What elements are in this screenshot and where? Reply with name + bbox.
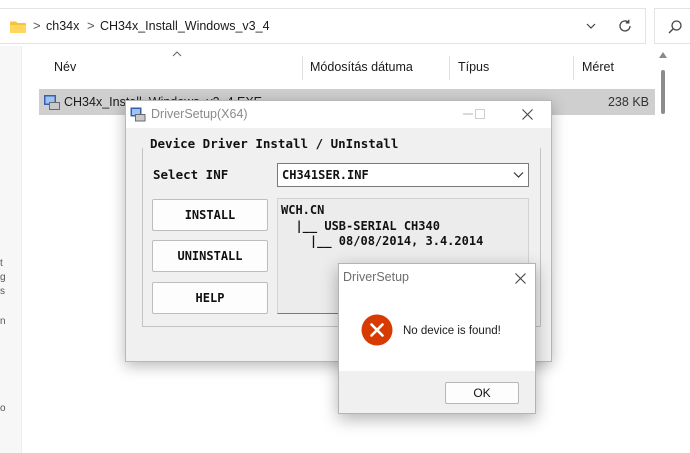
breadcrumb-separator: > bbox=[33, 18, 41, 33]
error-dialog: DriverSetup No device is found! OK bbox=[338, 263, 536, 414]
inf-select-value: CH341SER.INF bbox=[282, 168, 369, 182]
select-inf-label: Select INF bbox=[153, 167, 229, 182]
sort-ascending-icon bbox=[172, 51, 182, 57]
uninstall-button[interactable]: UNINSTALL bbox=[152, 240, 268, 272]
breadcrumb-item-install-folder[interactable]: CH34x_Install_Windows_v3_4 bbox=[100, 19, 270, 33]
nav-pane-text: n bbox=[0, 316, 6, 327]
nav-pane-text: t bbox=[0, 258, 3, 269]
close-icon bbox=[521, 108, 533, 120]
title-bar[interactable]: DriverSetup(X64) bbox=[126, 101, 551, 128]
column-header-modified[interactable]: Módosítás dátuma bbox=[310, 60, 413, 74]
chevron-down-icon[interactable] bbox=[584, 19, 598, 33]
help-button[interactable]: HELP bbox=[152, 282, 268, 314]
driver-info-line: |__ USB-SERIAL CH340 bbox=[281, 219, 440, 233]
installer-icon bbox=[44, 95, 60, 110]
nav-pane-text: o bbox=[0, 403, 6, 414]
close-icon bbox=[514, 272, 526, 284]
folder-icon bbox=[10, 21, 26, 33]
chevron-down-icon[interactable] bbox=[513, 171, 524, 179]
close-button[interactable] bbox=[516, 104, 538, 124]
scrollbar-thumb[interactable] bbox=[661, 70, 665, 114]
dialog-title: DriverSetup bbox=[343, 270, 409, 284]
search-icon bbox=[668, 20, 682, 34]
navigation-pane: t g s n o bbox=[0, 46, 22, 453]
file-size: 238 KB bbox=[607, 95, 649, 109]
dialog-close-button[interactable] bbox=[511, 269, 529, 287]
column-divider[interactable] bbox=[302, 56, 303, 80]
column-header-size[interactable]: Méret bbox=[582, 60, 614, 74]
group-heading: Device Driver Install / UnInstall bbox=[150, 136, 399, 151]
dialog-footer: OK bbox=[339, 371, 535, 413]
driver-info-line: WCH.CN bbox=[281, 203, 325, 217]
column-header-type[interactable]: Típus bbox=[458, 60, 489, 74]
nav-pane-text: s bbox=[0, 286, 5, 297]
vertical-scrollbar[interactable] bbox=[656, 46, 670, 453]
inf-select[interactable]: CH341SER.INF bbox=[277, 163, 529, 187]
breadcrumb-separator: > bbox=[87, 18, 95, 33]
refresh-icon[interactable] bbox=[617, 18, 633, 34]
nav-pane-text: g bbox=[0, 272, 6, 283]
column-divider[interactable] bbox=[449, 56, 450, 80]
install-button[interactable]: INSTALL bbox=[152, 199, 268, 231]
error-message: No device is found! bbox=[403, 325, 501, 337]
search-box[interactable] bbox=[654, 8, 690, 44]
breadcrumb-item-ch34x[interactable]: ch34x bbox=[46, 19, 79, 33]
driver-info-line: |__ 08/08/2014, 3.4.2014 bbox=[281, 234, 484, 248]
scroll-up-icon[interactable] bbox=[659, 52, 667, 58]
app-icon bbox=[130, 107, 146, 122]
address-bar[interactable]: > ch34x > CH34x_Install_Windows_v3_4 bbox=[0, 8, 646, 44]
column-divider[interactable] bbox=[573, 56, 574, 80]
maximize-icon bbox=[475, 109, 485, 119]
error-icon bbox=[361, 314, 393, 346]
maximize-button[interactable] bbox=[469, 104, 491, 124]
ok-button[interactable]: OK bbox=[445, 382, 519, 404]
column-header-name[interactable]: Név bbox=[54, 60, 76, 74]
window-title: DriverSetup(X64) bbox=[151, 107, 248, 121]
